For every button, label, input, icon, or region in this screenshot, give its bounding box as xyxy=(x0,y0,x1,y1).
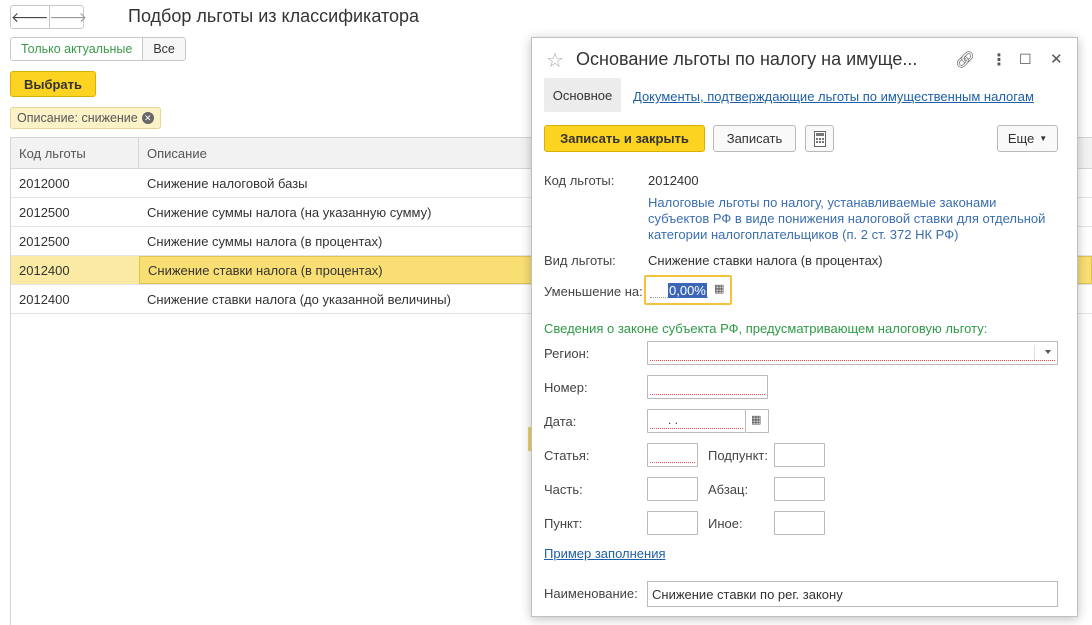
article-input[interactable] xyxy=(647,443,698,467)
number-input[interactable] xyxy=(647,375,768,399)
dropdown-arrow-icon[interactable] xyxy=(1045,350,1051,354)
select-divider xyxy=(1034,345,1035,361)
actuality-toggle: Только актуальные Все xyxy=(10,37,186,61)
reduction-value: 0,00% xyxy=(668,283,707,298)
cell-code: 2012400 xyxy=(19,262,70,278)
reduction-input[interactable]: 0,00% ▦ xyxy=(644,275,732,305)
article-label: Статья: xyxy=(544,448,590,463)
column-header-code[interactable]: Код льготы xyxy=(11,138,139,168)
other-label: Иное: xyxy=(708,516,743,531)
dialog-title: Основание льготы по налогу на имуще... xyxy=(576,49,918,69)
calendar-icon: ▦ xyxy=(751,414,762,426)
cell-code: 2012000 xyxy=(19,175,70,191)
clear-filter-icon[interactable]: ✕ xyxy=(141,112,154,124)
more-button[interactable]: Еще ▼ xyxy=(997,125,1058,152)
reduction-label: Уменьшение на: xyxy=(544,284,643,299)
subclause-label: Подпункт: xyxy=(708,448,768,463)
calculator-icon xyxy=(813,130,826,147)
close-icon[interactable]: ✕ xyxy=(1050,50,1063,68)
clause-input[interactable] xyxy=(647,511,698,535)
chevron-down-icon: ▼ xyxy=(1039,134,1048,143)
code-description: Налоговые льготы по налогу, устанавливае… xyxy=(648,195,1046,242)
region-select[interactable] xyxy=(647,341,1058,365)
part-label: Часть: xyxy=(544,482,583,497)
page-title: Подбор льготы из классификатора xyxy=(128,6,420,26)
link-icon[interactable]: 🔗︎ xyxy=(955,50,975,70)
code-value: 2012400 xyxy=(648,173,699,188)
back-arrow-icon[interactable]: 🡐 xyxy=(11,6,49,28)
clause-label: Пункт: xyxy=(544,516,583,531)
date-label: Дата: xyxy=(544,414,577,429)
save-and-close-button[interactable]: Записать и закрыть xyxy=(544,125,705,152)
maximize-icon[interactable]: ☐ xyxy=(1019,51,1032,68)
number-label: Номер: xyxy=(544,380,588,395)
cell-code: 2012500 xyxy=(19,233,70,249)
nav-buttons: 🡐 🡒 xyxy=(10,5,87,29)
filter-tag-label: Описание: снижение xyxy=(17,111,138,125)
toggle-only-actual[interactable]: Только актуальные xyxy=(11,38,143,60)
date-picker-button[interactable]: ▦ xyxy=(746,409,769,433)
date-input[interactable]: . . xyxy=(647,409,746,433)
law-section-heading: Сведения о законе субъекта РФ, предусмат… xyxy=(544,321,988,336)
kind-value: Снижение ставки налога (в процентах) xyxy=(648,253,883,268)
calculator-button[interactable] xyxy=(805,125,834,152)
calculator-icon[interactable]: ▦ xyxy=(714,282,724,295)
toggle-all[interactable]: Все xyxy=(142,38,185,60)
favorite-star-icon[interactable]: ☆ xyxy=(546,48,564,73)
filter-tag: Описание: снижение ✕ xyxy=(10,107,161,129)
select-button[interactable]: Выбрать xyxy=(10,71,96,97)
example-link[interactable]: Пример заполнения xyxy=(544,546,666,561)
tab-main[interactable]: Основное xyxy=(544,78,621,112)
subclause-input[interactable] xyxy=(774,443,825,467)
tab-documents[interactable]: Документы, подтверждающие льготы по имущ… xyxy=(633,89,1034,104)
other-input[interactable] xyxy=(774,511,825,535)
paragraph-input[interactable] xyxy=(774,477,825,501)
more-button-label: Еще xyxy=(1007,131,1035,146)
region-label: Регион: xyxy=(544,346,590,361)
cell-code: 2012400 xyxy=(19,291,70,307)
kind-label: Вид льготы: xyxy=(544,253,616,268)
name-input[interactable]: Снижение ставки по рег. закону xyxy=(647,581,1058,607)
part-input[interactable] xyxy=(647,477,698,501)
cell-code: 2012500 xyxy=(19,204,70,220)
name-label: Наименование: xyxy=(544,586,638,601)
date-value: . . xyxy=(668,413,679,427)
code-label: Код льготы: xyxy=(544,173,615,188)
more-vertical-icon[interactable]: ⋮ xyxy=(991,50,1007,70)
forward-arrow-icon[interactable]: 🡒 xyxy=(48,6,87,28)
paragraph-label: Абзац: xyxy=(708,482,749,497)
benefit-basis-dialog: ☆ Основание льготы по налогу на имуще...… xyxy=(531,37,1078,617)
save-button[interactable]: Записать xyxy=(713,125,796,152)
